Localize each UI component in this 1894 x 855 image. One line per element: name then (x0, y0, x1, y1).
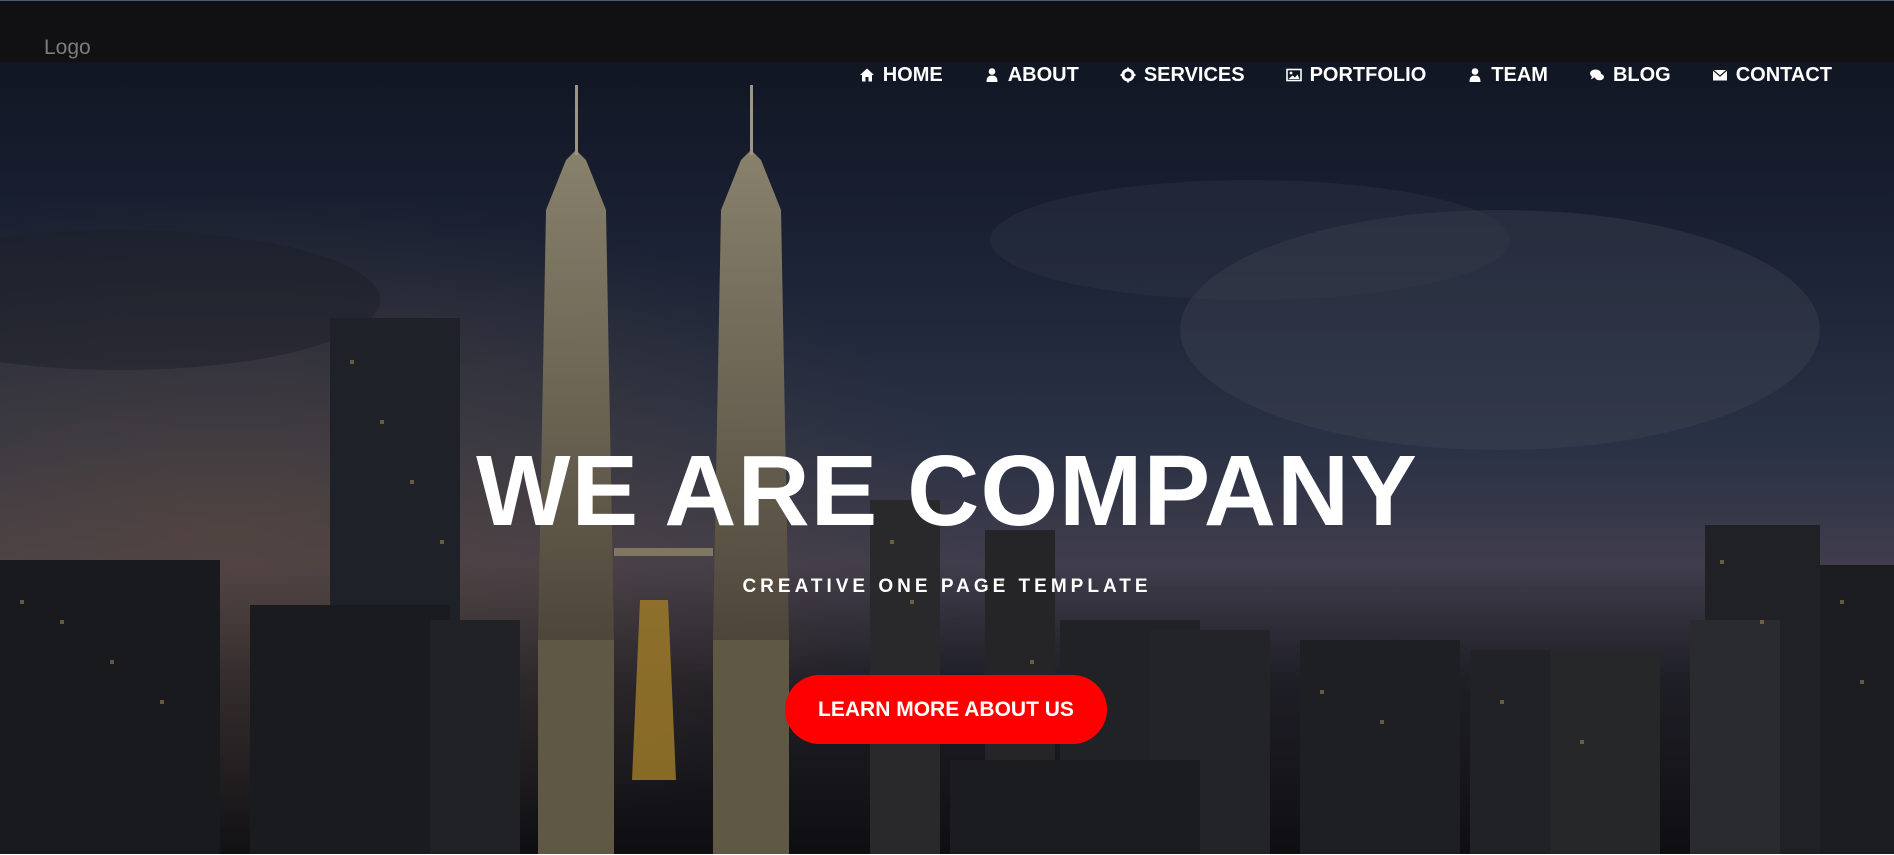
user-icon (1469, 68, 1481, 82)
nav-item-label: HOME (882, 64, 943, 86)
main-navigation: HOME ABOUT SERVICES PORTFOLIO TEAM BLOG … (859, 62, 1832, 88)
logo[interactable]: Logo (44, 36, 91, 60)
nav-item-label: TEAM (1491, 64, 1548, 86)
nav-item-about[interactable]: ABOUT (984, 62, 1079, 88)
learn-more-button[interactable]: LEARN MORE ABOUT US (785, 675, 1107, 744)
gear-icon (1120, 67, 1136, 83)
nav-item-label: PORTFOLIO (1309, 64, 1427, 86)
image-icon (1285, 68, 1302, 82)
nav-item-contact[interactable]: CONTACT (1712, 62, 1832, 88)
nav-item-label: CONTACT (1735, 64, 1832, 86)
nav-item-label: SERVICES (1143, 64, 1245, 86)
home-icon (859, 68, 874, 82)
hero-title: WE ARE COMPANY (476, 435, 1418, 547)
user-icon (986, 68, 998, 82)
envelope-icon (1712, 69, 1728, 81)
top-bar (0, 0, 1894, 62)
hero-subtitle: CREATIVE ONE PAGE TEMPLATE (742, 576, 1152, 597)
nav-item-team[interactable]: TEAM (1467, 62, 1548, 88)
comments-icon (1589, 69, 1604, 81)
nav-item-portfolio[interactable]: PORTFOLIO (1285, 62, 1427, 88)
nav-item-home[interactable]: HOME (859, 62, 943, 88)
nav-item-label: ABOUT (1007, 64, 1079, 86)
nav-item-blog[interactable]: BLOG (1589, 62, 1671, 88)
nav-item-label: BLOG (1612, 64, 1671, 86)
nav-item-services[interactable]: SERVICES (1120, 62, 1245, 88)
